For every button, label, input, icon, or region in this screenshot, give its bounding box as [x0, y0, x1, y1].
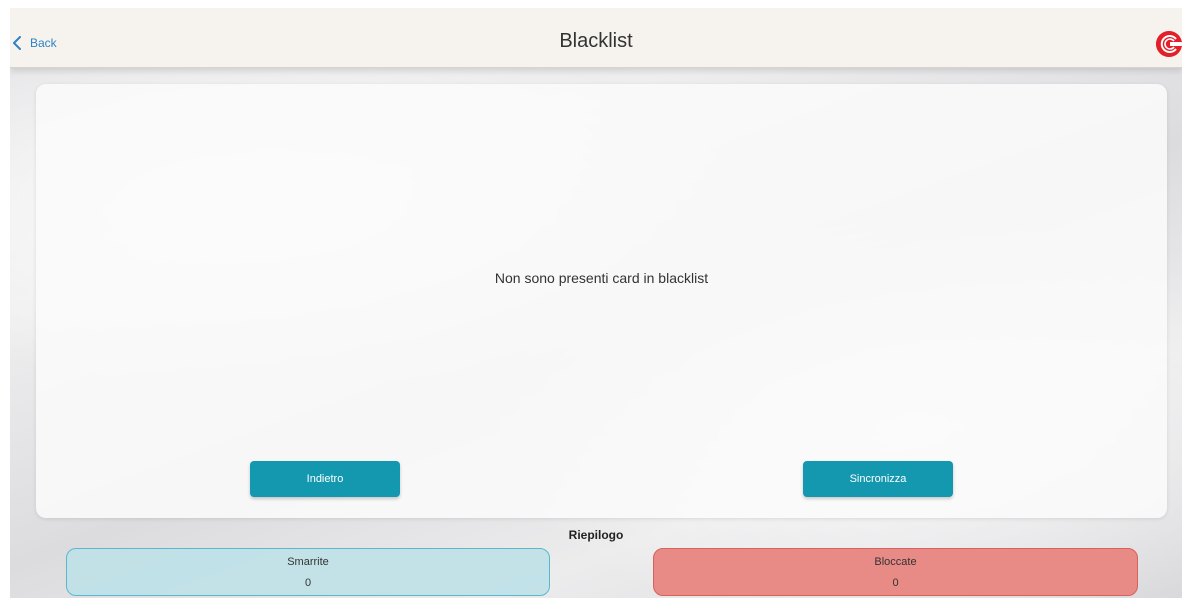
navigation-bar: Back Blacklist [10, 8, 1182, 68]
lost-cards-summary: Smarrite 0 [66, 548, 550, 596]
lost-cards-label: Smarrite [287, 556, 329, 568]
lost-cards-count: 0 [304, 577, 312, 589]
empty-state-message: Non sono presenti card in blacklist [494, 270, 709, 286]
indietro-button[interactable]: Indietro [250, 461, 400, 497]
brand-logo-icon [1156, 31, 1182, 57]
blocked-cards-label: Bloccate [874, 556, 917, 568]
app-window: Back Blacklist Non sono presenti card in… [10, 8, 1182, 598]
summary-title: Riepilogo [568, 528, 624, 542]
blocked-cards-count: 0 [892, 577, 899, 589]
blocked-cards-summary: Bloccate 0 [653, 548, 1138, 596]
blacklist-panel: Non sono presenti card in blacklist Indi… [36, 84, 1167, 518]
page-title: Blacklist [559, 30, 633, 52]
sincronizza-button[interactable]: Sincronizza [803, 461, 953, 497]
